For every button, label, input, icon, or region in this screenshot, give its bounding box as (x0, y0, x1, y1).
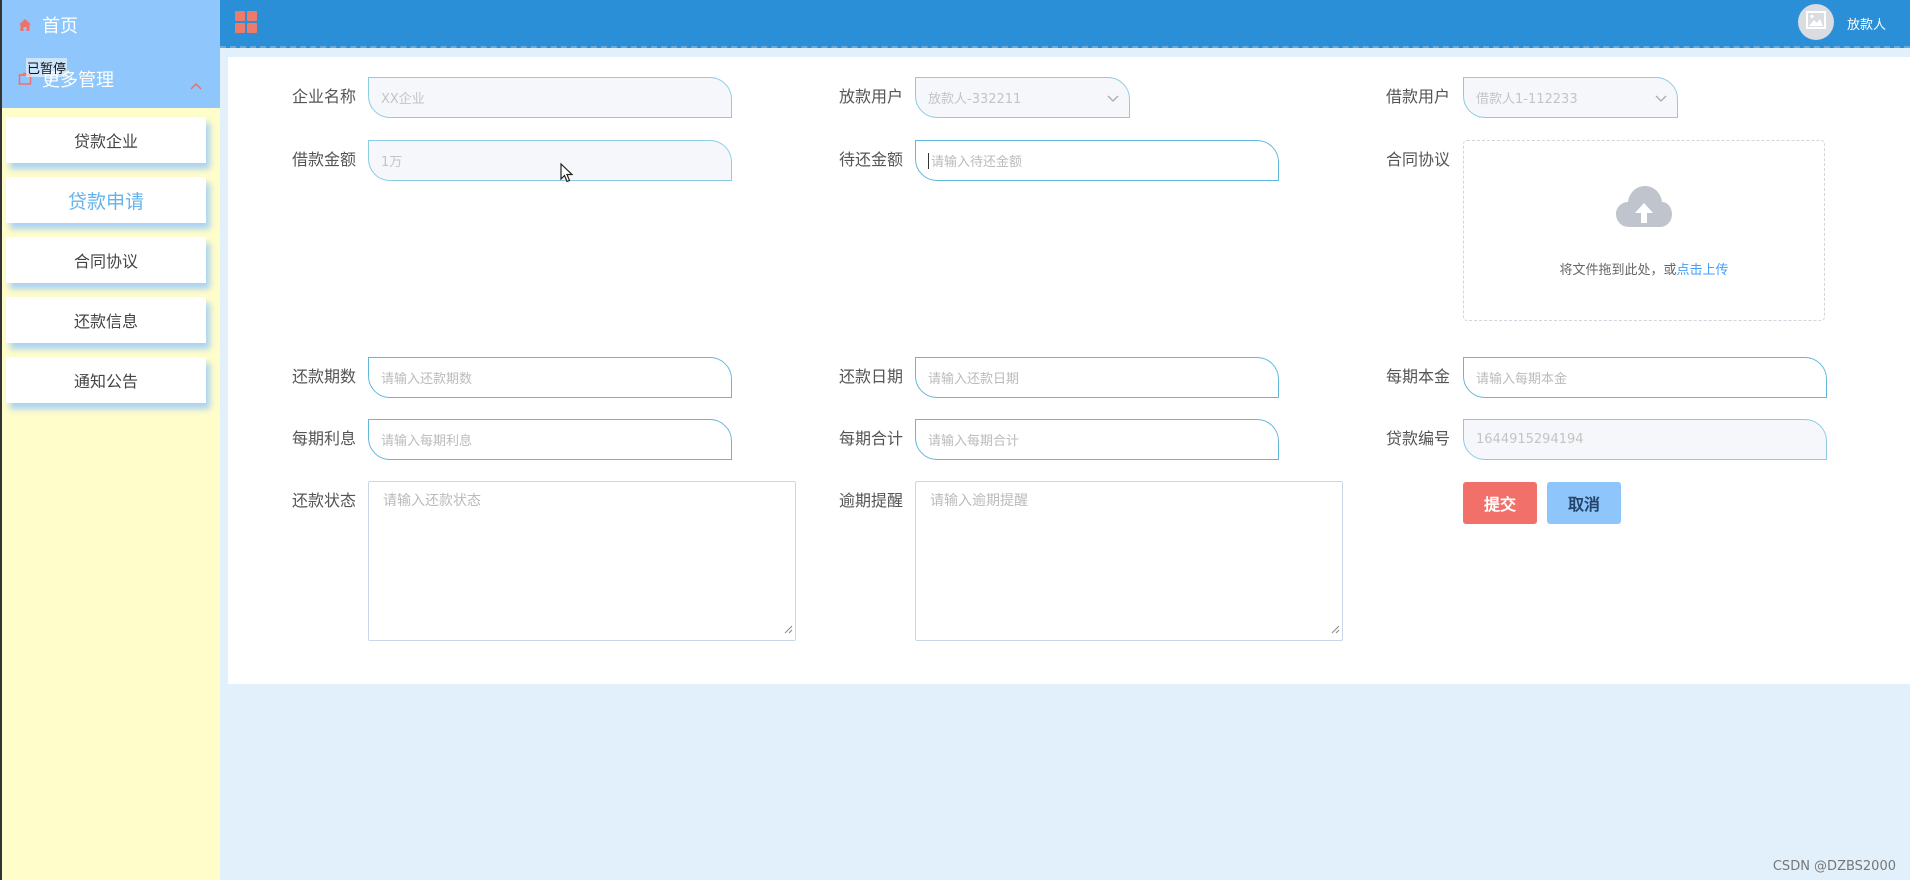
resize-grip-icon[interactable] (784, 622, 793, 638)
field-value: 1644915294194 (1476, 432, 1584, 447)
principal-per-period-label: 每期本金 (1386, 367, 1451, 386)
user-name[interactable]: 放款人 (1847, 14, 1886, 33)
field-value: 借款人1-112233 (1476, 92, 1578, 107)
loan-amount-input[interactable]: 1万 (368, 140, 732, 181)
cloud-upload-icon (1614, 183, 1674, 235)
sidebar-item-loan-company[interactable]: 贷款企业 (6, 117, 206, 163)
field-placeholder: 请输入待还金额 (931, 155, 1023, 170)
avatar[interactable] (1798, 4, 1834, 40)
repay-status-textarea[interactable]: 请输入还款状态 (368, 481, 796, 641)
upload-link[interactable]: 点击上传 (1677, 263, 1729, 278)
total-per-period-label: 每期合计 (839, 429, 904, 448)
sidebar: 首页 更多管理 已暂停 贷款企业 贷款申请 合同协议 还款信息 通知公告 (0, 0, 220, 880)
interest-per-period-label: 每期利息 (292, 429, 357, 448)
chevron-up-icon[interactable] (190, 74, 202, 95)
borrower-user-label: 借款用户 (1386, 87, 1451, 106)
sidebar-item-label: 贷款申请 (67, 190, 144, 213)
field-placeholder: 请输入每期合计 (928, 434, 1020, 449)
image-placeholder-icon (1806, 11, 1826, 33)
paused-indicator: 已暂停 (26, 58, 68, 77)
contract-upload-dropzone[interactable]: 将文件拖到此处，或点击上传 (1463, 140, 1825, 321)
overdue-reminder-label: 逾期提醒 (839, 491, 904, 510)
field-value: XX企业 (381, 92, 425, 107)
sidebar-item-label: 贷款企业 (73, 132, 138, 151)
overdue-reminder-textarea[interactable]: 请输入逾期提醒 (915, 481, 1343, 641)
company-name-input[interactable]: XX企业 (368, 77, 732, 118)
sidebar-item-home[interactable]: 首页 (2, 0, 220, 50)
repay-periods-input[interactable]: 请输入还款期数 (368, 357, 732, 398)
field-value: 1万 (381, 155, 403, 170)
interest-per-period-input[interactable]: 请输入每期利息 (368, 419, 732, 460)
mouse-pointer-icon (560, 162, 574, 187)
upload-hint: 将文件拖到此处，或点击上传 (1464, 259, 1824, 278)
pending-amount-label: 待还金额 (839, 150, 904, 169)
chevron-down-icon (1655, 92, 1667, 107)
submit-button[interactable]: 提交 (1463, 482, 1537, 524)
watermark: CSDN @DZBS2000 (1772, 859, 1896, 874)
grid-icon[interactable] (235, 11, 257, 33)
sidebar-item-loan-application[interactable]: 贷款申请 (6, 177, 206, 223)
field-placeholder: 请输入每期本金 (1476, 372, 1568, 387)
contract-label: 合同协议 (1386, 150, 1451, 169)
cancel-button[interactable]: 取消 (1547, 482, 1621, 524)
field-placeholder: 请输入还款状态 (383, 493, 481, 509)
sidebar-item-repayment-info[interactable]: 还款信息 (6, 297, 206, 343)
lender-user-label: 放款用户 (839, 87, 904, 106)
sidebar-item-label: 还款信息 (73, 312, 138, 331)
loan-amount-label: 借款金额 (292, 150, 357, 169)
loan-number-input[interactable]: 1644915294194 (1463, 419, 1827, 460)
loan-number-label: 贷款编号 (1386, 429, 1451, 448)
repay-periods-label: 还款期数 (292, 367, 357, 386)
chevron-down-icon (1107, 92, 1119, 107)
field-placeholder: 请输入每期利息 (381, 434, 473, 449)
home-icon (18, 18, 32, 32)
sidebar-item-contract[interactable]: 合同协议 (6, 237, 206, 283)
total-per-period-input[interactable]: 请输入每期合计 (915, 419, 1279, 460)
field-placeholder: 请输入还款期数 (381, 372, 473, 387)
company-name-label: 企业名称 (292, 87, 357, 106)
principal-per-period-input[interactable]: 请输入每期本金 (1463, 357, 1827, 398)
sidebar-item-label: 首页 (42, 16, 78, 37)
repay-status-label: 还款状态 (292, 491, 357, 510)
lender-user-select[interactable]: 放款人-332211 (915, 77, 1130, 118)
sidebar-item-notice[interactable]: 通知公告 (6, 357, 206, 403)
repay-date-input[interactable]: 请输入还款日期 (915, 357, 1279, 398)
sidebar-item-label: 通知公告 (73, 372, 138, 391)
submenu: 贷款企业 贷款申请 合同协议 还款信息 通知公告 (6, 117, 206, 417)
top-bar: 放款人 (220, 0, 1910, 48)
sidebar-item-label: 合同协议 (73, 252, 138, 271)
borrower-user-select[interactable]: 借款人1-112233 (1463, 77, 1678, 118)
upload-hint-text: 将文件拖到此处，或 (1559, 263, 1677, 278)
field-value: 放款人-332211 (928, 92, 1022, 107)
resize-grip-icon[interactable] (1331, 622, 1340, 638)
field-placeholder: 请输入逾期提醒 (930, 493, 1028, 509)
field-placeholder: 请输入还款日期 (928, 372, 1020, 387)
repay-date-label: 还款日期 (839, 367, 904, 386)
pending-amount-input[interactable]: 请输入待还金额 (915, 140, 1279, 181)
